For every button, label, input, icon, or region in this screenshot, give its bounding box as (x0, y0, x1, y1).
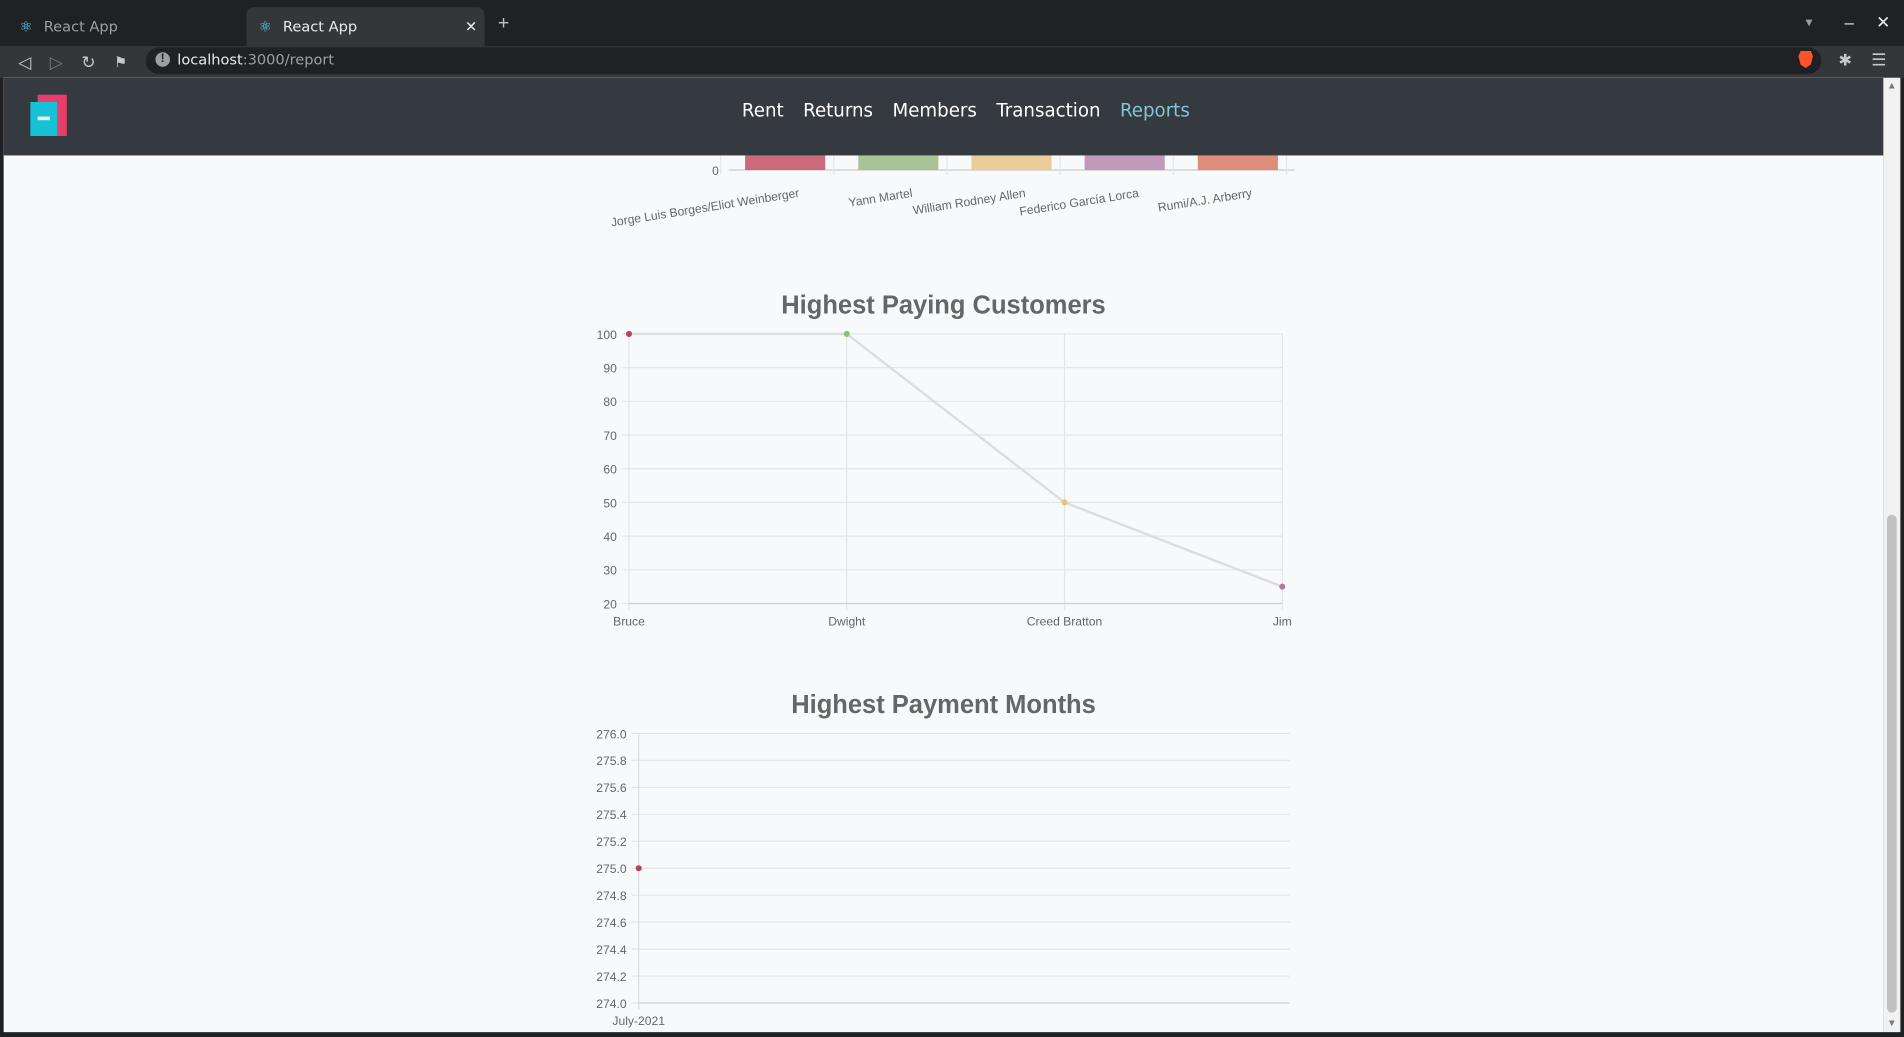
back-icon[interactable]: ◁ (18, 51, 31, 73)
chart-title-months: Highest Payment Months (791, 690, 1096, 719)
x-tick-label: William Rodney Allen (912, 186, 1027, 218)
y-tick-label: 0 (712, 164, 719, 178)
x-tick-label: Federico García Lorca (1018, 186, 1140, 219)
nav-link-rent[interactable]: Rent (732, 78, 793, 156)
scrollbar-thumb[interactable] (1887, 514, 1897, 1013)
minimize-icon[interactable]: – (1845, 12, 1854, 31)
data-point (1279, 583, 1286, 590)
address-bar[interactable]: ! localhost:3000/report (145, 47, 1822, 75)
x-tick-label: Jim (1273, 614, 1292, 628)
x-tick-label: Bruce (613, 614, 645, 628)
y-tick-label: 30 (603, 564, 617, 578)
page-viewport: Rent Returns Members Transaction Reports… (3, 77, 1884, 1033)
chart-title-customers: Highest Paying Customers (781, 291, 1106, 320)
y-tick-label: 90 (603, 361, 617, 375)
navbar: Rent Returns Members Transaction Reports (3, 77, 1884, 156)
browser-titlebar: ⚛ React App ⚛ React App ✕ + ▾ – ✕ (0, 0, 1904, 47)
url-text: localhost:3000/report (177, 51, 335, 69)
tab-title: React App (282, 18, 358, 36)
nav-link-members[interactable]: Members (883, 78, 987, 156)
y-tick-label: 274.0 (596, 997, 627, 1011)
y-tick-label: 276.0 (596, 727, 627, 741)
y-tick-label: 275.4 (596, 808, 627, 822)
close-window-icon[interactable]: ✕ (1876, 12, 1890, 33)
y-tick-label: 50 (603, 496, 617, 510)
y-tick-label: 100 (597, 328, 617, 342)
x-tick-label: Rumi/A.J. Arberry (1157, 186, 1254, 215)
forward-icon[interactable]: ▷ (50, 51, 63, 73)
y-tick-label: 40 (603, 530, 617, 544)
tab-search-icon[interactable]: ▾ (1806, 15, 1813, 31)
y-tick-label: 275.0 (596, 862, 627, 876)
info-icon[interactable]: ! (155, 52, 171, 67)
x-tick-label: Yann Martel (847, 186, 913, 210)
y-tick-label: 275.2 (596, 835, 627, 849)
scroll-up-icon[interactable]: ▲ (1887, 80, 1897, 91)
x-tick-label: Creed Bratton (1027, 614, 1103, 628)
tab-title: React App (43, 18, 118, 36)
x-tick-label: Jorge Luis Borges/Eliot Weinberger (610, 186, 800, 230)
y-tick-label: 70 (603, 429, 617, 443)
app-logo[interactable] (30, 94, 67, 137)
series-line (629, 332, 1283, 588)
data-point (635, 865, 642, 872)
scroll-down-icon[interactable]: ▼ (1887, 1018, 1897, 1029)
y-tick-label: 274.4 (596, 943, 627, 957)
data-point (843, 330, 850, 337)
new-tab-icon[interactable]: + (498, 14, 509, 34)
y-tick-label: 60 (603, 463, 617, 477)
y-tick-label: 275.6 (596, 781, 627, 795)
react-icon: ⚛ (19, 18, 33, 36)
nav-link-transaction[interactable]: Transaction (987, 78, 1111, 156)
y-tick-label: 20 (603, 597, 617, 611)
bar (1197, 155, 1278, 171)
browser-tab-active[interactable]: ⚛ React App ✕ (246, 7, 485, 47)
close-tab-icon[interactable]: ✕ (465, 7, 477, 46)
customers-line-chart: 100 90 80 70 60 50 40 30 20 Bruce Dwight Creed Brat… (597, 328, 1292, 629)
menu-icon[interactable]: ☰ (1871, 50, 1886, 71)
react-icon: ⚛ (258, 18, 272, 36)
y-tick-label: 274.8 (596, 889, 627, 903)
y-tick-label: 275.8 (596, 754, 627, 768)
bar (971, 155, 1052, 171)
bar (858, 155, 939, 171)
months-line-chart: 276.0 275.8 275.6 275.4 275.2 275.0 274.8 274.6… (596, 727, 1290, 1028)
bar (745, 155, 826, 171)
browser-tab[interactable]: ⚛ React App (7, 7, 245, 46)
y-tick-label: 274.2 (596, 970, 627, 984)
x-tick-label: July-2021 (612, 1014, 665, 1028)
bookmark-icon[interactable]: ⚑ (114, 51, 127, 73)
reload-icon[interactable]: ↻ (81, 51, 95, 73)
browser-toolbar: ◁ ▷ ↻ ⚑ ! localhost:3000/report ✱ ☰ (0, 46, 1904, 78)
bar (1084, 155, 1165, 171)
extensions-icon[interactable]: ✱ (1838, 51, 1851, 70)
x-tick-label: Dwight (828, 614, 866, 628)
data-point (625, 330, 633, 337)
nav-links: Rent Returns Members Transaction Reports (732, 78, 1199, 156)
data-point (1061, 499, 1068, 506)
y-tick-label: 274.6 (596, 916, 627, 930)
nav-link-returns[interactable]: Returns (793, 78, 882, 156)
nav-link-reports[interactable]: Reports (1110, 78, 1199, 156)
y-tick-label: 80 (603, 395, 617, 409)
scrollbar[interactable]: ▲ ▼ (1883, 77, 1901, 1033)
